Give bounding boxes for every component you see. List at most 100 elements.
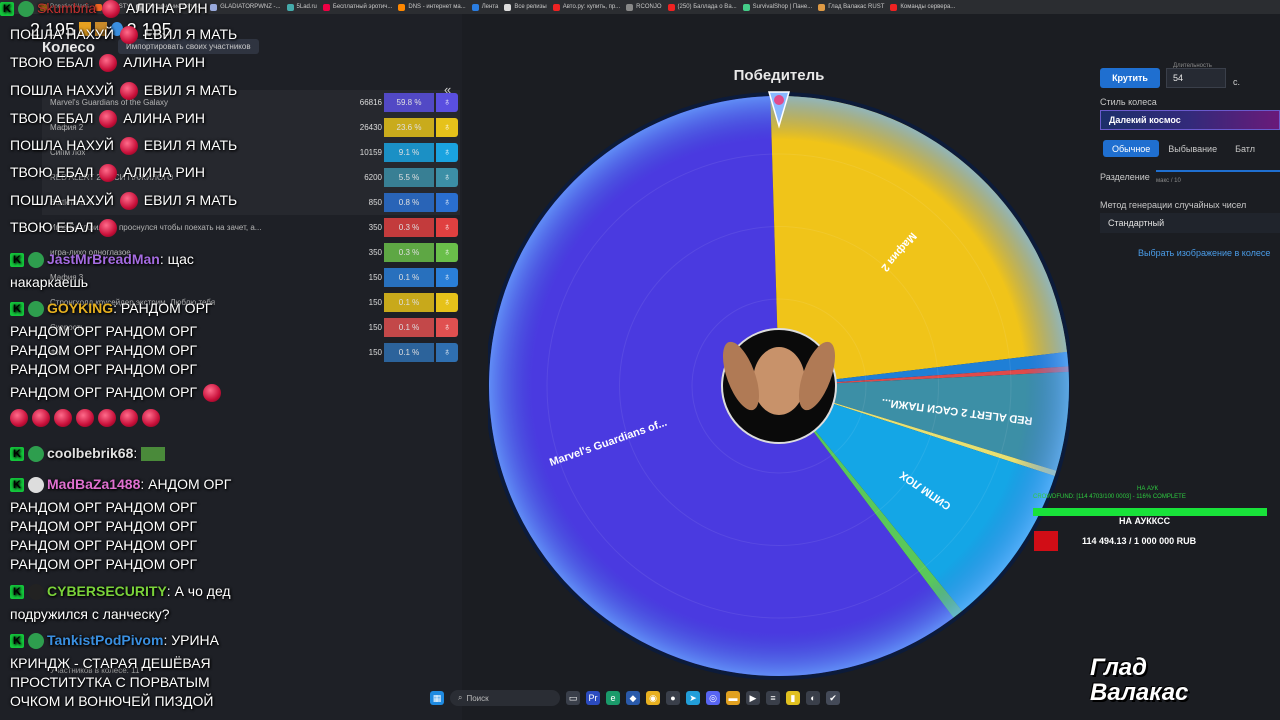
bookmark-item[interactable]: Команды сервера...: [890, 3, 955, 11]
crowdfund-status: CROWDFUND: [114 4703/100 0003] - 116% CO…: [1033, 494, 1186, 500]
taskbar-search[interactable]: ⌕ Поиск: [450, 690, 560, 706]
participant-name: Игра Батлфилд 4, проснулся чтобы поехать…: [50, 223, 262, 232]
stats-icon[interactable]: ▮: [786, 691, 800, 705]
crowdfund-caption: НА АУК: [1137, 486, 1159, 492]
bookmark-item[interactable]: BOOSTY: [95, 3, 130, 11]
tab-battle[interactable]: Батл: [1226, 140, 1264, 157]
bulb-icon[interactable]: ♁: [436, 118, 458, 137]
bookmark-item[interactable]: Глад Валакас RUST: [818, 3, 884, 11]
participants-panel: Колесо Импортировать своих участников « …: [0, 14, 462, 720]
taskbar-search-label: Поиск: [466, 693, 489, 703]
crowdfund-bar: [1033, 508, 1267, 516]
bookmark-favicon: [95, 3, 103, 11]
participant-name: Скорость: [50, 323, 85, 332]
media-icon[interactable]: ▶: [746, 691, 760, 705]
participant-row[interactable]: Скорость 150 0.1 % ♁: [42, 315, 460, 340]
participant-percent: 0.3 %: [384, 218, 434, 237]
participant-row[interactable]: Фил 150 0.1 % ♁: [42, 340, 460, 365]
bookmark-item[interactable]: DNS - интернет ма...: [398, 3, 466, 11]
bookmark-favicon: [136, 3, 144, 11]
wheel[interactable]: Marvel's Guardians of...Мафия 2RED ALERT…: [485, 86, 1073, 686]
participant-row[interactable]: Мафия 3 150 0.1 % ♁: [42, 265, 460, 290]
discord-icon[interactable]: ◎: [706, 691, 720, 705]
participant-name: Мафия 3: [50, 273, 84, 282]
bookmark-item[interactable]: DonationAlerts: [40, 3, 90, 11]
bookmark-favicon: [40, 3, 47, 11]
bookmark-item[interactable]: SurvivalShop | Пане...: [742, 3, 812, 11]
tab-normal[interactable]: Обычное: [1103, 140, 1160, 157]
participant-row[interactable]: Стронгхолд крусейдер экстрим. Люблю тебя…: [42, 290, 460, 315]
streamer-name-line1: Глад: [1090, 654, 1147, 681]
bookmark-favicon: [286, 3, 294, 11]
edge-icon[interactable]: e: [606, 691, 620, 705]
style-label: Стиль колеса: [1100, 97, 1157, 107]
bookmark-item[interactable]: Лента: [471, 3, 498, 11]
bulb-icon[interactable]: ♁: [436, 293, 458, 312]
bookmark-item[interactable]: 5Lad.ru: [286, 3, 317, 11]
app-icon[interactable]: ≡: [766, 691, 780, 705]
task-view-icon[interactable]: ▭: [566, 691, 580, 705]
bookmark-item[interactable]: (250) Баллада о Ва...: [667, 3, 737, 11]
bookmark-item[interactable]: Бесплатный эротич...: [322, 3, 392, 11]
center-face: [753, 347, 805, 415]
duration-unit: с.: [1233, 77, 1241, 87]
participant-row[interactable]: Сипм лох 10159 9.1 % ♁: [42, 140, 460, 165]
bulb-icon[interactable]: ♁: [436, 93, 458, 112]
pointer-gem: [774, 95, 784, 105]
bookmark-item[interactable]: Все релизы: [504, 3, 547, 11]
bulb-icon[interactable]: ♁: [436, 243, 458, 262]
bookmark-item[interactable]: Пополнение балан...: [136, 3, 204, 11]
participant-row[interactable]: Игра Батлфилд 4, проснулся чтобы поехать…: [42, 215, 460, 240]
duration-input[interactable]: 54: [1166, 68, 1226, 88]
bulb-icon[interactable]: ♁: [436, 193, 458, 212]
windows-start-icon[interactable]: ▦: [430, 691, 444, 705]
participant-percent: 0.8 %: [384, 193, 434, 212]
bookmark-label: DonationAlerts: [50, 4, 90, 10]
bulb-icon[interactable]: ♁: [436, 268, 458, 287]
active-app-icon[interactable]: ✔: [826, 691, 840, 705]
import-button[interactable]: Импортировать своих участников: [118, 39, 259, 54]
participant-name: Сипм лох: [50, 148, 86, 157]
participant-row[interactable]: Marvel's Guardians of the Galaxy 66816 59.…: [42, 90, 460, 115]
participant-value: 6200: [364, 173, 382, 182]
participant-name: Marvel's Guardians of the Galaxy: [50, 98, 169, 107]
participant-row[interactable]: RED ALERT 2 САСИ ПАЖИЛОГО 6200 5.5 % ♁: [42, 165, 460, 190]
bookmark-label: GLADIATORPWNZ -...: [220, 4, 281, 10]
choose-image-link[interactable]: Выбрать изображение в колесе: [1138, 248, 1270, 258]
store-icon[interactable]: ◆: [626, 691, 640, 705]
participant-percent: 9.1 %: [384, 143, 434, 162]
bulb-icon[interactable]: ♁: [436, 218, 458, 237]
wheel-svg[interactable]: Marvel's Guardians of...Мафия 2RED ALERT…: [485, 86, 1073, 686]
bulb-icon[interactable]: ♁: [436, 318, 458, 337]
style-select[interactable]: Далекий космос: [1100, 110, 1280, 130]
split-hint: макс / 10: [1156, 178, 1181, 184]
bookmark-label: Авто.ру: купить, пр...: [562, 4, 621, 10]
rng-select[interactable]: Стандартный: [1100, 213, 1280, 233]
participant-percent: 0.1 %: [384, 343, 434, 362]
bookmark-item[interactable]: Авто.ру: купить, пр...: [552, 3, 621, 11]
search-icon: ⌕: [458, 693, 463, 702]
bookmark-label: DNS - интернет ма...: [408, 4, 466, 10]
participant-row[interactable]: Мафия 2 26430 23.6 % ♁: [42, 115, 460, 140]
participant-row[interactable]: Battlefield 4 850 0.8 % ♁: [42, 190, 460, 215]
telegram-icon[interactable]: ➤: [686, 691, 700, 705]
participant-value: 350: [368, 248, 382, 257]
bulb-icon[interactable]: ♁: [436, 168, 458, 187]
split-slider[interactable]: [1156, 170, 1280, 172]
participant-name: Стронгхолд крусейдер экстрим. Люблю тебя: [50, 298, 216, 307]
streamer-name: Глад Валакас: [1090, 655, 1188, 705]
folder-icon[interactable]: ▬: [726, 691, 740, 705]
obs-icon[interactable]: ●: [666, 691, 680, 705]
steam-icon[interactable]: ◐: [806, 691, 820, 705]
bookmark-item[interactable]: GLADIATORPWNZ -...: [210, 3, 281, 11]
spin-button[interactable]: Крутить: [1100, 68, 1160, 88]
premiere-icon[interactable]: Pr: [586, 691, 600, 705]
mode-tabs: Обычное Выбывание Батл: [1103, 140, 1264, 157]
bulb-icon[interactable]: ♁: [436, 343, 458, 362]
bulb-icon[interactable]: ♁: [436, 143, 458, 162]
bookmark-item[interactable]: RCONJO: [626, 3, 662, 11]
chrome-icon[interactable]: ◉: [646, 691, 660, 705]
record-indicator: [1034, 531, 1058, 551]
tab-elimination[interactable]: Выбывание: [1159, 140, 1226, 157]
participant-row[interactable]: игра-лихо одноглазое 350 0.3 % ♁: [42, 240, 460, 265]
